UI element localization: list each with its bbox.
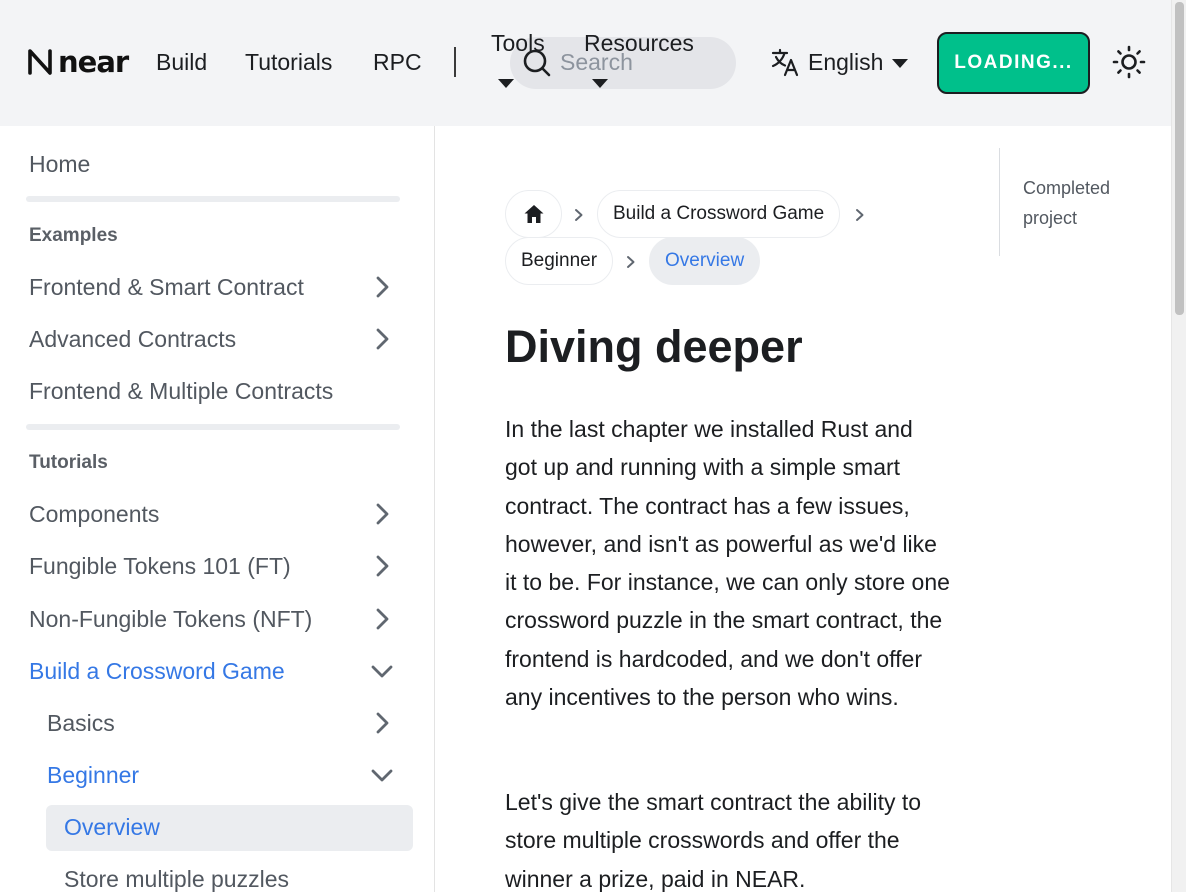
caret-down-icon [892,59,909,68]
caret-down-icon [498,79,514,88]
article-paragraph: Let's give the smart contract the abilit… [505,789,922,892]
chevron-right-icon [856,209,864,221]
sidebar-item-basics[interactable]: Basics [47,709,115,737]
chevron-right-icon[interactable] [370,607,394,631]
chevron-down-icon[interactable] [370,763,394,787]
sidebar-item-frontend-multiple-contracts[interactable]: Frontend & Multiple Contracts [29,377,333,405]
sidebar-category-examples: Examples [29,225,118,246]
sidebar-category-tutorials: Tutorials [29,452,108,473]
language-dropdown[interactable]: English [770,46,909,78]
sidebar-item-fungible-tokens[interactable]: Fungible Tokens 101 (FT) [29,552,291,580]
chevron-down-icon[interactable] [370,659,394,683]
nav-link-rpc[interactable]: RPC [373,48,422,76]
logo-wordmark: near [58,45,129,79]
scrollbar-thumb[interactable] [1175,2,1184,315]
breadcrumb-home[interactable] [505,190,562,238]
table-of-contents: Completed project [999,148,1159,256]
login-button[interactable]: LOADING... [937,32,1090,94]
sidebar-item-store-multiple-puzzles[interactable]: Store multiple puzzles [64,865,289,892]
chevron-right-icon[interactable] [370,502,394,526]
sun-icon[interactable] [1112,45,1146,79]
nav-link-tutorials[interactable]: Tutorials [245,48,332,76]
page-title: Diving deeper [505,321,803,372]
breadcrumb-item-beginner[interactable]: Beginner [505,237,614,285]
nav-dropdown-tools[interactable]: Tools [491,29,545,57]
chevron-right-icon[interactable] [370,275,394,299]
chevron-right-icon [627,256,635,268]
near-logo[interactable]: near [26,46,130,78]
translate-icon [771,48,799,77]
sidebar-separator [26,424,400,430]
home-icon [524,205,543,223]
chevron-right-icon[interactable] [370,711,394,735]
nav-link-build[interactable]: Build [156,48,207,76]
breadcrumb-item-crossword-game[interactable]: Build a Crossword Game [597,190,841,238]
caret-down-icon [592,79,608,88]
page-scrollbar[interactable] [1171,0,1186,892]
sidebar-item-advanced-contracts[interactable]: Advanced Contracts [29,325,236,353]
sidebar-item-frontend-smart-contract[interactable]: Frontend & Smart Contract [29,273,304,301]
top-navbar: near Build Tutorials RPC Search Tools Re… [0,0,1171,126]
sidebar-item-components[interactable]: Components [29,500,159,528]
toc-item-completed-project[interactable]: Completed project [1023,173,1153,233]
nav-dropdown-resources[interactable]: Resources [584,29,694,57]
nav-divider [454,47,456,77]
near-logo-icon [28,49,52,75]
chevron-right-icon [575,209,583,221]
sidebar-item-overview[interactable]: Overview [64,813,160,841]
sidebar-item-home[interactable]: Home [29,150,90,178]
sidebar-separator [26,196,400,202]
sidebar-item-beginner[interactable]: Beginner [47,761,139,789]
chevron-right-icon[interactable] [370,327,394,351]
sidebar-item-build-crossword-game[interactable]: Build a Crossword Game [29,657,285,685]
breadcrumb-item-overview: Overview [649,237,761,285]
language-label: English [808,49,884,75]
article-paragraph: In the last chapter we installed Rust an… [505,416,950,711]
sidebar-item-non-fungible-tokens[interactable]: Non-Fungible Tokens (NFT) [29,605,312,633]
docs-sidebar: Home Examples Frontend & Smart Contract … [0,126,435,892]
chevron-right-icon[interactable] [370,554,394,578]
